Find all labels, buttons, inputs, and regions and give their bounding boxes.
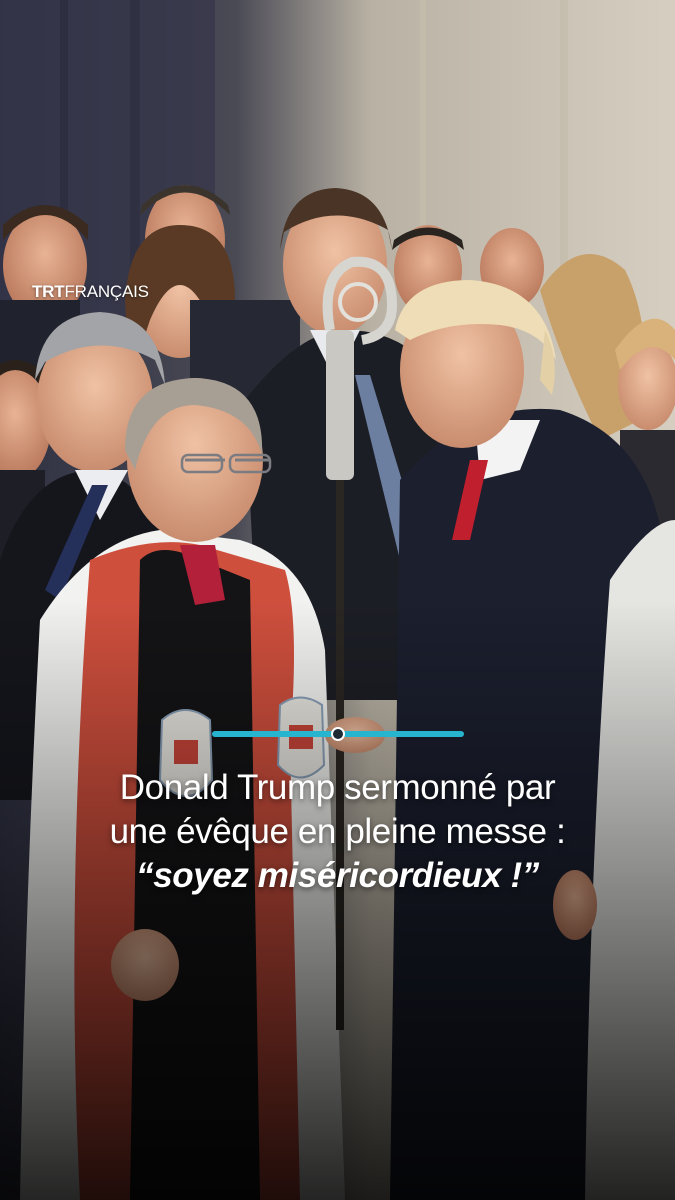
cathedral-photo xyxy=(0,0,675,1200)
headline-line-2: une évêque en pleine messe : xyxy=(109,812,566,851)
slider-knob[interactable] xyxy=(331,727,345,741)
logo-brand: TRT xyxy=(32,282,65,301)
logo-language: FRANÇAIS xyxy=(64,282,149,301)
trt-francais-logo: TRTFRANÇAIS xyxy=(32,282,149,302)
headline-quote: “soyez miséricordieux !” xyxy=(136,856,539,895)
progress-slider[interactable] xyxy=(212,727,464,741)
headline-line-1: Donald Trump sermonné par xyxy=(119,768,556,807)
headline: Donald Trump sermonné par une évêque en … xyxy=(0,766,675,898)
post-frame: TRTFRANÇAIS Donald Trump sermonné par un… xyxy=(0,0,675,1200)
